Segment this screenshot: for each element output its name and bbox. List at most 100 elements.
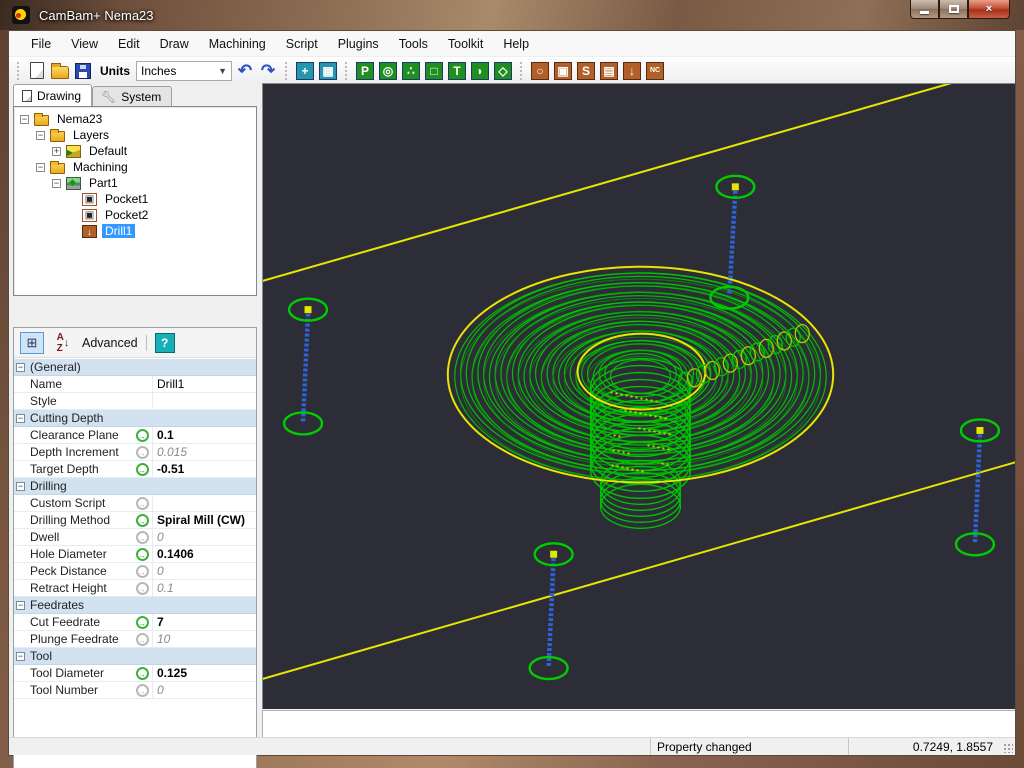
property-value[interactable]: Spiral Mill (CW) — [152, 512, 256, 528]
polyline-icon[interactable]: P — [355, 61, 375, 81]
property-value[interactable]: 10 — [152, 631, 256, 647]
property-row-target-depth[interactable]: Target Depth→-0.51 — [14, 461, 256, 478]
profile-mop-icon[interactable]: ○ — [530, 61, 550, 81]
category-collapse-icon[interactable]: − — [16, 414, 25, 423]
categorized-view-icon[interactable]: ⊞ — [20, 332, 44, 354]
separator — [146, 335, 147, 351]
open-file-icon[interactable] — [50, 61, 70, 81]
text-icon[interactable]: T — [447, 61, 467, 81]
property-value[interactable]: 0 — [152, 529, 256, 545]
tree-toggle-minus-icon[interactable]: − — [20, 115, 29, 124]
tree-item-pocket1[interactable]: ▣Pocket1 — [14, 191, 256, 207]
pocket-mop-icon[interactable]: ▣ — [553, 61, 573, 81]
new-drawing-icon[interactable] — [27, 61, 47, 81]
property-row-dwell[interactable]: Dwell→0 — [14, 529, 256, 546]
units-dropdown[interactable]: Inches ▼ — [136, 61, 232, 81]
save-file-icon[interactable] — [73, 61, 93, 81]
property-value[interactable]: 0.1406 — [152, 546, 256, 562]
property-value[interactable]: 0.1 — [152, 427, 256, 443]
menu-item-edit[interactable]: Edit — [108, 33, 150, 55]
arc-icon[interactable]: ◗ — [470, 61, 490, 81]
tree-toggle-minus-icon[interactable]: − — [36, 131, 45, 140]
menu-item-machining[interactable]: Machining — [199, 33, 276, 55]
property-row-hole-diameter[interactable]: Hole Diameter→0.1406 — [14, 546, 256, 563]
property-row-feedrates[interactable]: −Feedrates — [14, 597, 256, 614]
property-value[interactable]: 0.015 — [152, 444, 256, 460]
cad-viewport[interactable] — [262, 83, 1015, 709]
property-value[interactable] — [152, 495, 256, 511]
property-row-style[interactable]: Style — [14, 393, 256, 410]
menu-item-help[interactable]: Help — [493, 33, 539, 55]
drill-mop-icon[interactable]: ↓ — [622, 61, 642, 81]
property-row-custom-script[interactable]: Custom Script→ — [14, 495, 256, 512]
grid-icon[interactable]: ▦ — [318, 61, 338, 81]
undo-icon[interactable]: ↶ — [235, 61, 255, 81]
help-icon[interactable]: ? — [155, 333, 175, 353]
rectangle-icon[interactable]: □ — [424, 61, 444, 81]
category-collapse-icon[interactable]: − — [16, 363, 25, 372]
tab-drawing[interactable]: Drawing — [13, 84, 92, 106]
tree-item-drill1[interactable]: ↓Drill1 — [14, 223, 256, 239]
tree-item-machining[interactable]: −Machining — [14, 159, 256, 175]
property-row-tool-number[interactable]: Tool Number→0 — [14, 682, 256, 699]
tree-toggle-plus-icon[interactable]: + — [52, 147, 61, 156]
tree-toggle-minus-icon[interactable]: − — [36, 163, 45, 172]
property-row--general-[interactable]: −(General) — [14, 359, 256, 376]
advanced-button[interactable]: Advanced — [82, 336, 138, 350]
property-label: Tool Number — [14, 683, 132, 697]
property-value[interactable]: Drill1 — [152, 376, 256, 392]
property-row-name[interactable]: NameDrill1 — [14, 376, 256, 393]
property-row-plunge-feedrate[interactable]: Plunge Feedrate→10 — [14, 631, 256, 648]
axes-snap-icon[interactable]: + — [295, 61, 315, 81]
status-message: Property changed — [651, 738, 849, 755]
tab-system[interactable]: 🔧︎ System — [92, 86, 172, 106]
property-row-cut-feedrate[interactable]: Cut Feedrate→7 — [14, 614, 256, 631]
menu-item-plugins[interactable]: Plugins — [328, 33, 389, 55]
property-row-tool-diameter[interactable]: Tool Diameter→0.125 — [14, 665, 256, 682]
circle-icon[interactable]: ◎ — [378, 61, 398, 81]
helix-speckle — [612, 464, 614, 466]
tree-item-pocket2[interactable]: ▣Pocket2 — [14, 207, 256, 223]
helix-speckle — [617, 465, 619, 467]
property-row-drilling[interactable]: −Drilling — [14, 478, 256, 495]
menu-item-draw[interactable]: Draw — [150, 33, 199, 55]
minimize-button[interactable] — [910, 0, 939, 19]
menu-item-toolkit[interactable]: Toolkit — [438, 33, 493, 55]
property-value[interactable]: -0.51 — [152, 461, 256, 477]
property-value[interactable] — [152, 393, 256, 409]
category-collapse-icon[interactable]: − — [16, 601, 25, 610]
property-row-tool[interactable]: −Tool — [14, 648, 256, 665]
alphabetical-sort-icon[interactable]: AZ — [52, 332, 74, 354]
engrave-mop-icon[interactable]: S — [576, 61, 596, 81]
tree-item-nema23[interactable]: −Nema23 — [14, 111, 256, 127]
menu-item-tools[interactable]: Tools — [389, 33, 438, 55]
tree-toggle-minus-icon[interactable]: − — [52, 179, 61, 188]
property-row-drilling-method[interactable]: Drilling Method→Spiral Mill (CW) — [14, 512, 256, 529]
property-row-peck-distance[interactable]: Peck Distance→0 — [14, 563, 256, 580]
tree-item-layers[interactable]: −Layers — [14, 127, 256, 143]
property-value[interactable]: 0.1 — [152, 580, 256, 596]
resize-grip[interactable] — [999, 738, 1015, 755]
point-list-icon[interactable]: ∴ — [401, 61, 421, 81]
property-row-cutting-depth[interactable]: −Cutting Depth — [14, 410, 256, 427]
category-collapse-icon[interactable]: − — [16, 652, 25, 661]
gcode-icon[interactable]: NC — [645, 61, 665, 81]
menu-item-view[interactable]: View — [61, 33, 108, 55]
property-row-retract-height[interactable]: Retract Height→0.1 — [14, 580, 256, 597]
menu-item-script[interactable]: Script — [276, 33, 328, 55]
property-row-clearance-plane[interactable]: Clearance Plane→0.1 — [14, 427, 256, 444]
profile3d-mop-icon[interactable]: ▤ — [599, 61, 619, 81]
category-collapse-icon[interactable]: − — [16, 482, 25, 491]
property-value[interactable]: 0 — [152, 682, 256, 698]
menu-item-file[interactable]: File — [21, 33, 61, 55]
property-value[interactable]: 0.125 — [152, 665, 256, 681]
tree-item-default[interactable]: +Default — [14, 143, 256, 159]
tree-item-part1[interactable]: −Part1 — [14, 175, 256, 191]
close-button[interactable]: × — [968, 0, 1010, 19]
property-value[interactable]: 7 — [152, 614, 256, 630]
property-value[interactable]: 0 — [152, 563, 256, 579]
property-row-depth-increment[interactable]: Depth Increment→0.015 — [14, 444, 256, 461]
maximize-button[interactable] — [939, 0, 968, 19]
surface-icon[interactable]: ◇ — [493, 61, 513, 81]
redo-icon[interactable]: ↷ — [258, 61, 278, 81]
